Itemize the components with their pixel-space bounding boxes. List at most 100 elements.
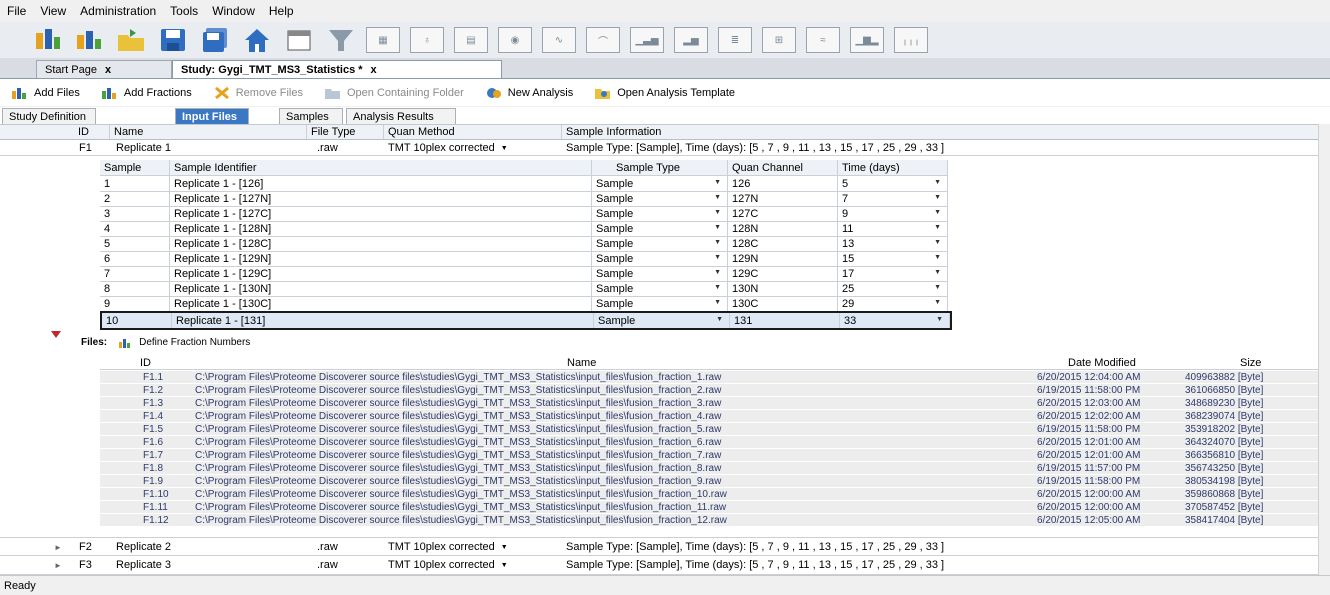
sample-type-select[interactable]: Sample ▼ (592, 266, 728, 281)
col-time-header[interactable]: Time (days) (838, 160, 948, 175)
table-row[interactable]: 8 Replicate 1 - [130N] Sample ▼ 130N 25 ▼ (100, 281, 948, 297)
sample-type-select[interactable]: Sample ▼ (592, 281, 728, 296)
home-icon[interactable] (240, 25, 274, 55)
save-all-icon[interactable] (198, 25, 232, 55)
eye-view-icon[interactable]: ◉ (498, 27, 532, 53)
save-icon[interactable] (156, 25, 190, 55)
time-select[interactable]: 13 ▼ (838, 236, 948, 251)
new-study-icon[interactable] (30, 25, 64, 55)
table-row[interactable]: F1 Replicate 1 .raw TMT 10plex corrected… (0, 141, 1318, 156)
tab-study[interactable]: Study: Gygi_TMT_MS3_Statistics * x (172, 60, 502, 78)
table-row[interactable]: F1.5 C:\Program Files\Proteome Discoverer… (100, 423, 1330, 436)
add-fractions-button[interactable]: Add Fractions (101, 87, 192, 99)
col-sample-type-header[interactable]: Sample Type (592, 160, 728, 175)
time-select[interactable]: 7 ▼ (838, 191, 948, 206)
sample-type-select[interactable]: Sample ▼ (592, 296, 728, 311)
sample-type-select[interactable]: Sample ▼ (592, 236, 728, 251)
sample-identifier[interactable]: Replicate 1 - [129C] (170, 266, 592, 281)
layout-icon[interactable]: ▦ (366, 27, 400, 53)
table-row[interactable]: F1.8 C:\Program Files\Proteome Discoverer… (100, 462, 1330, 475)
col-quan-channel-header[interactable]: Quan Channel (728, 160, 838, 175)
table-row[interactable]: ► F3 Replicate 3 .raw TMT 10plex correct… (0, 555, 1318, 575)
close-icon[interactable]: x (371, 64, 377, 76)
file-name[interactable]: Replicate 2 (112, 538, 307, 556)
define-fraction-numbers-button[interactable]: Define Fraction Numbers (119, 337, 250, 348)
instrument-icon[interactable]: ♁ (410, 27, 444, 53)
sample-type-select[interactable]: Sample ▼ (592, 251, 728, 266)
file-name[interactable]: Replicate 1 (112, 141, 307, 155)
time-select[interactable]: 5 ▼ (838, 176, 948, 191)
table-row[interactable]: F1.7 C:\Program Files\Proteome Discoverer… (100, 449, 1330, 462)
sample-identifier[interactable]: Replicate 1 - [128C] (170, 236, 592, 251)
menu-window[interactable]: Window (205, 4, 262, 18)
table-row[interactable]: F1.3 C:\Program Files\Proteome Discoverer… (100, 397, 1330, 410)
chromatogram-icon[interactable]: ⌒ (586, 27, 620, 53)
time-select[interactable]: 29 ▼ (838, 296, 948, 311)
table-row[interactable]: 9 Replicate 1 - [130C] Sample ▼ 130C 29 ▼ (100, 296, 948, 312)
col-file-type-header[interactable]: File Type (307, 125, 384, 139)
new-analysis-button[interactable]: New Analysis (486, 87, 573, 99)
tab-analysis-results[interactable]: Analysis Results (346, 108, 456, 124)
file-name[interactable]: Replicate 3 (112, 556, 307, 574)
col-id-header[interactable]: ID (58, 125, 110, 139)
time-select[interactable]: 15 ▼ (838, 251, 948, 266)
open-analysis-template-button[interactable]: Open Analysis Template (595, 87, 735, 99)
table-row[interactable]: F1.4 C:\Program Files\Proteome Discoverer… (100, 410, 1330, 423)
time-select[interactable]: 17 ▼ (838, 266, 948, 281)
open-folder-icon[interactable] (114, 25, 148, 55)
table-row[interactable]: F1.9 C:\Program Files\Proteome Discoverer… (100, 475, 1330, 488)
sample-type-select[interactable]: Sample ▼ (592, 191, 728, 206)
sample-identifier[interactable]: Replicate 1 - [130N] (170, 281, 592, 296)
table-row[interactable]: F1.2 C:\Program Files\Proteome Discoverer… (100, 384, 1330, 397)
col-name-header[interactable]: Name (110, 125, 307, 139)
col-sample-info-header[interactable]: Sample Information (562, 125, 1318, 139)
menu-administration[interactable]: Administration (73, 4, 163, 18)
table-row[interactable]: F1.12 C:\Program Files\Proteome Discovere… (100, 514, 1330, 527)
filter-icon[interactable] (324, 25, 358, 55)
sample-identifier[interactable]: Replicate 1 - [130C] (170, 296, 592, 311)
sample-type-select[interactable]: Sample ▼ (592, 221, 728, 236)
table-row[interactable]: 4 Replicate 1 - [128N] Sample ▼ 128N 11 ▼ (100, 221, 948, 237)
open-containing-folder-button[interactable]: Open Containing Folder (324, 87, 464, 99)
tab-start-page[interactable]: Start Page x (36, 60, 172, 78)
fraction-date-header[interactable]: Date Modified (1068, 357, 1188, 369)
table-row[interactable]: F1.10 C:\Program Files\Proteome Discovere… (100, 488, 1330, 501)
sample-identifier[interactable]: Replicate 1 - [128N] (170, 221, 592, 236)
quan-method-select[interactable]: TMT 10plex corrected ▼ (384, 538, 562, 556)
time-select[interactable]: 11 ▼ (838, 221, 948, 236)
spectrum-icon[interactable]: ∿ (542, 27, 576, 53)
tab-samples[interactable]: Samples (279, 108, 343, 124)
time-select[interactable]: 9 ▼ (838, 206, 948, 221)
bar-chart-icon[interactable]: ▁▆▂ (850, 27, 884, 53)
sample-identifier[interactable]: Replicate 1 - [131] (172, 313, 594, 328)
trend-icon[interactable]: ≈ (806, 27, 840, 53)
collapse-arrow-icon[interactable] (51, 331, 61, 338)
table-row[interactable]: 5 Replicate 1 - [128C] Sample ▼ 128C 13 ▼ (100, 236, 948, 252)
line-chart-icon[interactable]: ╷╷╷ (894, 27, 928, 53)
vertical-scrollbar[interactable] (1318, 124, 1330, 575)
menu-help[interactable]: Help (262, 4, 301, 18)
menu-file[interactable]: File (0, 4, 33, 18)
table-row[interactable]: 6 Replicate 1 - [129N] Sample ▼ 129N 15 ▼ (100, 251, 948, 267)
fraction-name-header[interactable]: Name (567, 357, 667, 369)
table-row[interactable]: 1 Replicate 1 - [126] Sample ▼ 126 5 ▼ (100, 176, 948, 192)
table-row[interactable]: F1.6 C:\Program Files\Proteome Discoverer… (100, 436, 1330, 449)
quan-method-select[interactable]: TMT 10plex corrected ▼ (384, 141, 562, 155)
calendar-icon[interactable] (282, 25, 316, 55)
table-row[interactable]: ► F2 Replicate 2 .raw TMT 10plex correct… (0, 537, 1318, 556)
sample-identifier[interactable]: Replicate 1 - [129N] (170, 251, 592, 266)
col-quan-method-header[interactable]: Quan Method (384, 125, 562, 139)
sample-type-select[interactable]: Sample ▼ (592, 176, 728, 191)
close-icon[interactable]: x (105, 64, 111, 76)
sample-type-select[interactable]: Sample ▼ (592, 206, 728, 221)
remove-files-button[interactable]: Remove Files (214, 86, 303, 99)
col-identifier-header[interactable]: Sample Identifier (170, 160, 592, 175)
sample-identifier[interactable]: Replicate 1 - [127C] (170, 206, 592, 221)
bar-plot-icon[interactable]: ▁▃▅ (630, 27, 664, 53)
menu-tools[interactable]: Tools (163, 4, 205, 18)
histogram-icon[interactable]: ▂▅ (674, 27, 708, 53)
sample-type-select[interactable]: Sample ▼ (594, 313, 730, 328)
grid-icon[interactable]: ⊞ (762, 27, 796, 53)
fraction-id-header[interactable]: ID (140, 357, 200, 369)
time-select[interactable]: 25 ▼ (838, 281, 948, 296)
